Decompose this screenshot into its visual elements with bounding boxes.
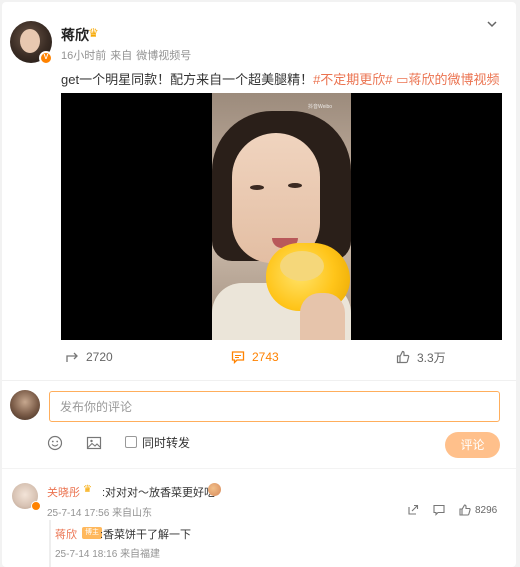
comment-meta: 25-7-14 17:56 来自山东 — [47, 504, 152, 519]
thumbs-up-icon — [396, 350, 410, 364]
image-icon[interactable] — [86, 435, 102, 451]
reply-location: 来自福建 — [120, 549, 161, 560]
comment-like-count: 8296 — [475, 504, 498, 516]
comment-icon — [231, 351, 245, 364]
video-frame: 抖音Weibo — [212, 93, 351, 340]
video-link-icon[interactable]: ▭ — [396, 72, 408, 87]
thumbs-up-icon — [459, 504, 471, 516]
video-player[interactable]: 抖音Weibo — [61, 93, 502, 340]
comment-date: 25-7-14 17:56 — [47, 508, 110, 519]
comment-text: :对对对～放香菜更好吃 — [102, 487, 216, 499]
crown-icon: ♛ — [88, 26, 99, 40]
crown-icon: ♛ — [83, 484, 92, 495]
reply-date: 25-7-14 18:16 — [55, 549, 118, 560]
chevron-down-icon[interactable] — [485, 17, 499, 31]
comment-input[interactable] — [49, 391, 500, 422]
comment-icon — [433, 504, 445, 516]
author-badge: 博主 — [82, 527, 102, 539]
emoji-sticker-icon — [208, 483, 221, 496]
comment-location: 来自山东 — [112, 508, 153, 519]
video-link[interactable]: 蒋欣的微博视频 — [408, 72, 499, 87]
commenter-name[interactable]: 关晓彤 — [47, 484, 80, 500]
repost-icon — [66, 352, 78, 362]
author-name[interactable]: 蒋欣 — [61, 25, 89, 45]
comment-count: 2743 — [252, 350, 279, 364]
reply-author[interactable]: 蒋欣 — [55, 526, 77, 542]
post-source[interactable]: 微博视频号 — [136, 50, 191, 62]
topic-tag[interactable]: #不定期更欣# — [313, 72, 392, 87]
post-meta: 16小时前 来自 微博视频号 — [61, 47, 195, 63]
verified-badge-icon — [31, 501, 41, 511]
repost-button[interactable]: 2720 — [65, 346, 113, 368]
like-count: 3.3万 — [417, 350, 446, 365]
comment-like-button[interactable]: 8296 — [459, 502, 497, 518]
post-time[interactable]: 16小时前 — [61, 50, 106, 62]
post-text: get一个明星同款！配方来自一个超美腿精！#不定期更欣# ▭蒋欣的微博视频 — [61, 69, 499, 88]
submit-comment-button[interactable]: 评论 — [445, 432, 500, 458]
emoji-icon[interactable] — [47, 435, 63, 451]
repost-label[interactable]: 同时转发 — [142, 434, 190, 451]
like-button[interactable]: 3.3万 — [396, 346, 446, 368]
repost-count: 2720 — [86, 350, 113, 364]
weibo-post-card: V 蒋欣 ♛ 16小时前 来自 微博视频号 get一个明星同款！配方来自一个超美腿精… — [2, 2, 516, 567]
reply-meta: 25-7-14 18:16 来自福建 — [55, 545, 160, 560]
share-icon — [408, 504, 419, 515]
video-watermark: 抖音Weibo — [308, 104, 333, 110]
action-bar: 2720 2743 3.3万 — [61, 346, 502, 368]
verified-badge-icon: V — [39, 51, 53, 65]
comment-button[interactable]: 2743 — [231, 346, 279, 368]
my-avatar — [10, 390, 40, 420]
divider — [2, 468, 516, 469]
repost-checkbox[interactable] — [125, 436, 137, 448]
source-prefix: 来自 — [110, 50, 133, 62]
reply-text: :香菜饼干了解一下 — [100, 529, 192, 541]
divider — [2, 380, 516, 381]
comment-reply-button[interactable] — [433, 502, 445, 518]
comment-share-button[interactable] — [407, 502, 419, 518]
post-body: get一个明星同款！配方来自一个超美腿精！ — [61, 72, 314, 87]
